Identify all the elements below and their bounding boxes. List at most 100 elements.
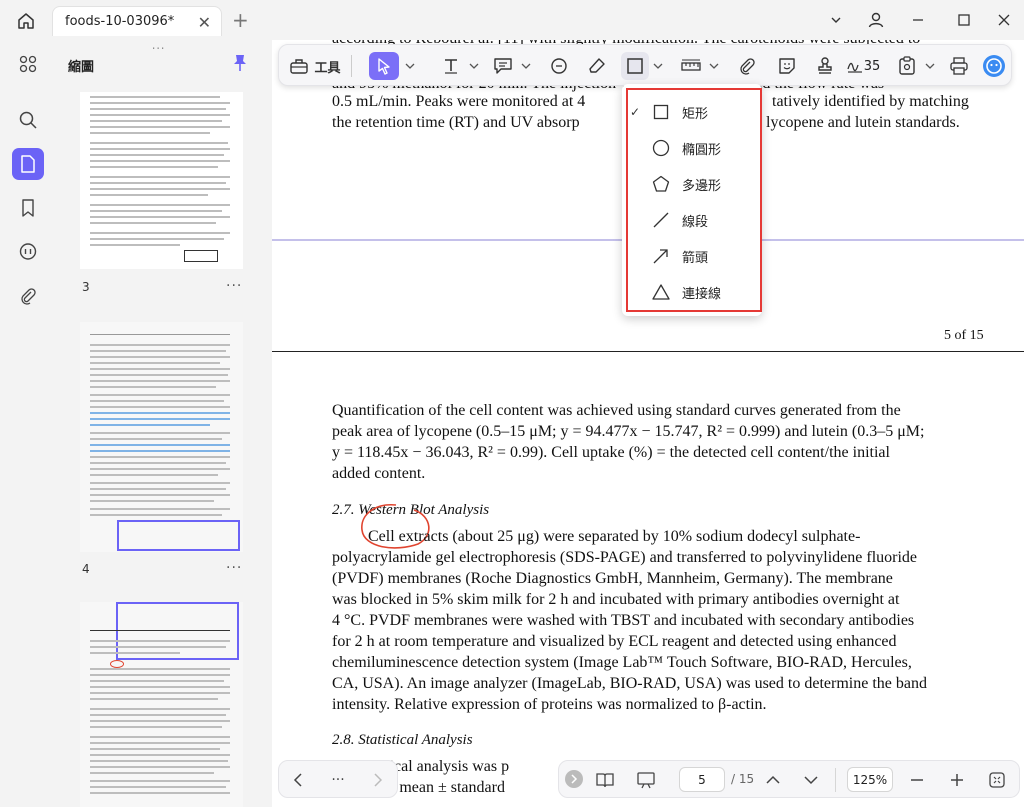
annotation-toolbar: 工具 35 [278, 44, 1012, 86]
page-thumbnail-3[interactable] [80, 92, 243, 269]
maximize-button[interactable] [950, 8, 978, 32]
doc-line: the retention time (RT) and UV absorp [332, 114, 580, 131]
zoom-level[interactable]: 125% [847, 767, 893, 792]
fit-page-button[interactable] [985, 768, 1009, 792]
apps-icon[interactable] [12, 48, 44, 80]
home-icon[interactable] [14, 9, 38, 33]
paragraph-line: polyacrylamide gel electrophoresis (SDS-… [332, 549, 918, 566]
stamp-icon [818, 57, 832, 74]
page-number-input[interactable]: 5 [679, 767, 725, 792]
paragraph-line: intensity. Relative expression of protei… [332, 696, 767, 713]
comment-bubble-icon [551, 58, 567, 74]
presentation-icon [637, 772, 655, 789]
account-icon[interactable] [862, 8, 890, 32]
view-control-bar: 5 / 15 125% [558, 760, 1020, 798]
minus-icon [911, 779, 923, 781]
viewport-indicator [117, 520, 240, 551]
page-thumbnail-4[interactable] [80, 322, 243, 552]
page-label: 5 of 15 [944, 328, 984, 343]
stamp-tool[interactable] [811, 52, 839, 80]
chevron-right-icon [374, 773, 383, 787]
signature-tool[interactable]: 35 [845, 52, 881, 80]
section-heading: 2.8. Statistical Analysis [332, 732, 473, 748]
minimize-button[interactable] [904, 8, 932, 32]
text-tool[interactable] [437, 52, 465, 80]
chevron-left-icon [293, 773, 302, 787]
toolbox-icon [290, 59, 309, 74]
zoom-in-button[interactable] [945, 768, 969, 792]
ai-assistant-icon [983, 55, 1005, 77]
comment-tool[interactable] [545, 52, 573, 80]
paperclip-icon [740, 58, 755, 75]
tools-button[interactable]: 工具 [287, 52, 343, 80]
select-tool-dropdown[interactable] [403, 52, 417, 80]
rectangle-icon [627, 58, 643, 74]
page-down-button[interactable] [799, 768, 823, 792]
save-tool[interactable] [893, 52, 921, 80]
shape-tool-dropdown[interactable] [651, 52, 665, 80]
panel-drag-handle[interactable]: ⋅⋅⋅ [152, 42, 166, 55]
fit-screen-icon [989, 772, 1005, 788]
page-3-more-icon[interactable]: ··· [226, 278, 242, 294]
collapse-bar-button[interactable] [565, 770, 583, 788]
thumbnail-panel: ⋅⋅⋅ 縮圖 3 ··· 4 ··· [56, 40, 271, 807]
paragraph-line: was blocked in 5% skim milk for 2 h and … [332, 591, 900, 608]
clipboard-icon [899, 56, 915, 75]
search-icon[interactable] [12, 104, 44, 136]
printer-icon [950, 57, 968, 75]
note-tool[interactable] [489, 52, 517, 80]
shape-tool[interactable] [621, 52, 649, 80]
next-page-button[interactable] [367, 769, 389, 791]
print-button[interactable] [945, 52, 973, 80]
save-tool-dropdown[interactable] [923, 52, 937, 80]
zoom-out-button[interactable] [905, 768, 929, 792]
highlighter-tool[interactable] [583, 52, 611, 80]
paragraph-line: added content. [332, 465, 426, 482]
chevron-up-icon [766, 775, 780, 784]
comment-icon[interactable] [12, 236, 44, 268]
bookmark-icon[interactable] [12, 192, 44, 224]
measure-tool[interactable] [677, 52, 705, 80]
attach-tool[interactable] [733, 52, 761, 80]
chevron-right-icon [571, 774, 578, 784]
select-tool[interactable] [369, 52, 399, 80]
close-window-button[interactable] [990, 8, 1018, 32]
panel-title: 縮圖 [68, 60, 95, 75]
total-pages: / 15 [731, 772, 755, 786]
sticker-tool[interactable] [773, 52, 801, 80]
attachment-icon[interactable] [12, 280, 44, 312]
note-tool-dropdown[interactable] [519, 52, 533, 80]
paragraph-line: (PVDF) membranes (Roche Diagnostics GmbH… [332, 570, 893, 587]
chevron-down-icon [709, 63, 719, 69]
paragraph-line: for 2 h at room temperature and visualiz… [332, 633, 897, 650]
chevron-down-icon [521, 63, 531, 69]
page-4-more-icon[interactable]: ··· [226, 560, 242, 576]
previous-page-button[interactable] [287, 769, 309, 791]
thumbnails-icon[interactable] [12, 148, 44, 180]
chevron-down-icon [405, 63, 415, 69]
page-up-button[interactable] [761, 768, 785, 792]
ai-assistant-button[interactable] [981, 52, 1007, 80]
measure-tool-dropdown[interactable] [707, 52, 721, 80]
paragraph-line: CA, USA). An image analyzer (ImageLab, B… [332, 675, 927, 692]
chevron-down-icon[interactable] [822, 8, 850, 32]
more-options-icon[interactable]: ··· [327, 769, 349, 791]
text-tool-dropdown[interactable] [467, 52, 481, 80]
ruler-icon [681, 59, 701, 71]
book-icon [596, 773, 614, 788]
reading-mode-button[interactable] [593, 768, 617, 792]
text-icon [445, 59, 457, 74]
cursor-icon [378, 58, 390, 75]
presentation-button[interactable] [633, 768, 659, 792]
paragraph-line: Cell extracts (about 25 μg) were separat… [368, 528, 861, 545]
paragraph-line: y = 118.45x − 36.043, R² = 0.99). Cell u… [332, 444, 890, 461]
pin-icon[interactable] [232, 54, 248, 76]
paragraph-line: 4 °C. PVDF membranes were washed with TB… [332, 612, 915, 629]
chevron-down-icon [804, 776, 818, 785]
plus-icon [951, 774, 963, 786]
page-thumbnail-5[interactable] [80, 602, 243, 807]
new-tab-button[interactable]: + [232, 8, 249, 32]
document-tab[interactable]: foods-10-03096* ✕ [52, 6, 222, 36]
tab-close-icon[interactable]: ✕ [198, 13, 211, 32]
page-number-3: 3 [82, 280, 90, 294]
